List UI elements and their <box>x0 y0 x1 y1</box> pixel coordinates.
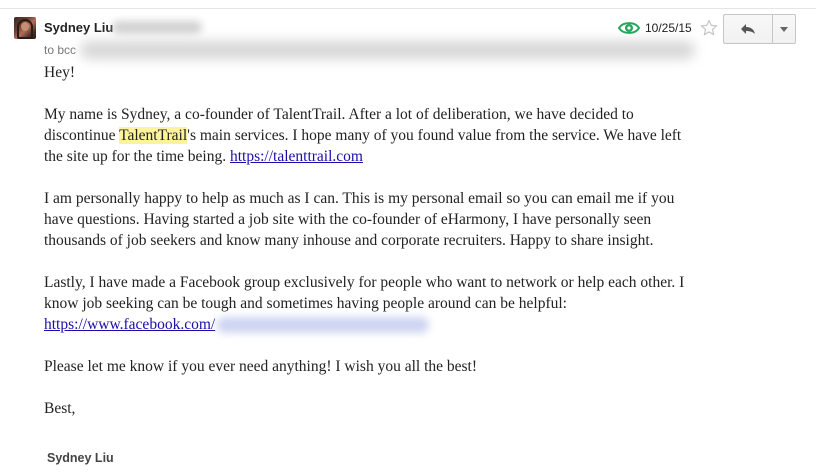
top-divider <box>0 8 816 9</box>
reply-arrow-icon <box>741 24 755 34</box>
avatar[interactable] <box>14 17 36 39</box>
greeting: Hey! <box>44 64 75 81</box>
highlighted-keyword: TalentTrail <box>119 127 188 144</box>
redacted-link-path <box>217 317 430 334</box>
signature: Sydney Liu <box>47 451 114 465</box>
paragraph-2-line-2: have questions. Having started a job sit… <box>44 211 652 228</box>
paragraph-3-line-3: https://www.facebook.com/ <box>44 314 784 335</box>
reply-button[interactable] <box>724 15 773 43</box>
redacted-sender-email <box>112 21 202 34</box>
chevron-down-icon <box>780 26 788 32</box>
reply-button-group <box>723 14 796 44</box>
text: discontinue <box>44 127 120 144</box>
closing: Best, <box>44 400 76 417</box>
paragraph-2-line-1: I am personally happy to help as much as… <box>44 190 675 207</box>
text: the site up for the time being. <box>44 148 230 165</box>
star-icon[interactable] <box>700 19 718 37</box>
paragraph-3-line-2: know job seeking can be tough and someti… <box>44 295 567 312</box>
message-body: Hey! My name is Sydney, a co-founder of … <box>44 62 784 419</box>
paragraph-3-line-1: Lastly, I have made a Facebook group exc… <box>44 274 685 291</box>
paragraph-4: Please let me know if you ever need anyt… <box>44 358 478 375</box>
paragraph-1-line-1: My name is Sydney, a co-founder of Talen… <box>44 106 634 123</box>
sender-name[interactable]: Sydney Liu <box>44 20 113 35</box>
eye-icon[interactable] <box>618 20 640 36</box>
text: 's main services. I hope many of you fou… <box>187 127 682 144</box>
message-date: 10/25/15 <box>645 21 692 35</box>
paragraph-1-line-3: the site up for the time being. https://… <box>44 146 784 167</box>
talenttrail-link[interactable]: https://talenttrail.com <box>230 148 363 165</box>
redacted-recipients <box>80 41 695 59</box>
paragraph-1-line-2: discontinue TalentTrail's main services.… <box>44 125 784 146</box>
more-button[interactable] <box>773 15 795 43</box>
recipients-line[interactable]: to bcc <box>44 43 76 57</box>
facebook-group-link[interactable]: https://www.facebook.com/ <box>44 316 215 333</box>
paragraph-2-line-3: thousands of job seekers and know many i… <box>44 232 654 249</box>
